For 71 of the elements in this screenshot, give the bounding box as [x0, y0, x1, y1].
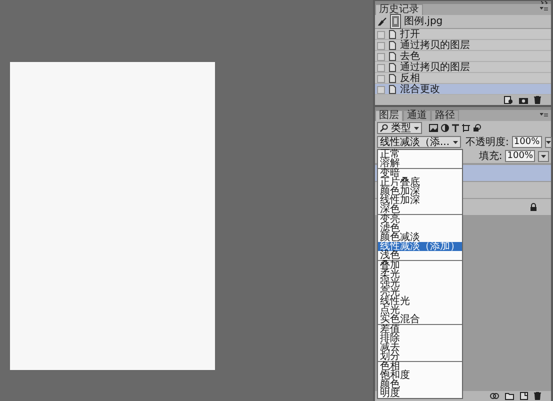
menu-item[interactable]: 颜色加深 [378, 187, 462, 196]
menu-item[interactable]: 色相 [378, 362, 462, 371]
snapshot-name: 图例.jpg [404, 16, 443, 27]
panel-tab[interactable]: 历史记录 [375, 4, 423, 15]
menu-item[interactable]: 颜色 [378, 380, 462, 389]
menu-item[interactable]: 滤色 [378, 224, 462, 233]
history-step[interactable]: 混合更改 [375, 84, 551, 95]
history-step[interactable]: 反相 [375, 73, 551, 84]
caret-icon [414, 126, 419, 130]
opacity-dropdown-button[interactable] [544, 136, 552, 148]
trash-icon[interactable] [534, 96, 541, 104]
caret-icon [452, 140, 458, 144]
history-step[interactable]: 通过拷贝的图层 [375, 62, 551, 73]
fill-field[interactable]: 100% [505, 150, 535, 162]
link-icon[interactable] [490, 393, 499, 399]
panel-tab[interactable]: 通道 [403, 110, 431, 121]
menu-item[interactable]: 差值 [378, 325, 462, 334]
fill-dropdown-button[interactable] [538, 150, 549, 162]
menu-item[interactable]: 变亮 [378, 215, 462, 224]
caret-icon [546, 140, 551, 144]
filter-dropdown[interactable]: 类型 [377, 122, 422, 134]
checkbox[interactable] [377, 64, 385, 72]
trash-icon[interactable] [534, 392, 541, 400]
menu-item[interactable]: 颜色减淡 [378, 233, 462, 242]
menu-item[interactable]: 划分 [378, 352, 462, 361]
lock-icon [530, 203, 537, 211]
thumbnail-icon [390, 14, 401, 29]
menu-item[interactable]: 排除 [378, 334, 462, 343]
blend-mode-dropdown[interactable]: 线性减淡（添... [377, 136, 461, 148]
fill-label: 填充: [478, 150, 502, 162]
image-icon[interactable] [429, 124, 438, 132]
menu-icon[interactable] [540, 113, 548, 118]
menu-item[interactable]: 浅色 [378, 251, 462, 260]
history-step[interactable]: 去色 [375, 51, 551, 62]
menu-item[interactable]: 变暗 [378, 169, 462, 178]
brush-icon [378, 17, 387, 26]
menu-item[interactable]: 实色混合 [378, 315, 462, 324]
menu-item[interactable]: 强光 [378, 279, 462, 288]
menu-item[interactable]: 减去 [378, 343, 462, 352]
checkbox[interactable] [377, 42, 385, 50]
search-icon [380, 124, 388, 132]
menu-item[interactable]: 正常 [378, 150, 462, 159]
transform-icon[interactable] [462, 124, 470, 132]
new-layer-icon[interactable] [520, 392, 528, 400]
menu-item[interactable]: 深色 [378, 205, 462, 214]
menu-item[interactable]: 溶解 [378, 159, 462, 168]
checkbox[interactable] [377, 86, 385, 94]
caret-icon [541, 154, 546, 158]
camera-icon[interactable] [519, 96, 528, 104]
checkbox[interactable] [377, 74, 385, 82]
menu-item[interactable]: 点光 [378, 306, 462, 315]
history-step[interactable]: 通过拷贝的图层 [375, 40, 551, 51]
half-circle-icon[interactable] [441, 124, 449, 132]
menu-item[interactable]: 亮光 [378, 288, 462, 297]
panel-tab[interactable]: 路径 [431, 110, 459, 121]
history-step[interactable]: 打开 [375, 29, 551, 40]
menu-item[interactable]: 正片叠底 [378, 178, 462, 187]
checkbox[interactable] [377, 30, 385, 38]
new-document-icon[interactable] [504, 96, 513, 104]
opacity-label: 不透明度: [466, 136, 509, 148]
checkbox[interactable] [377, 52, 385, 60]
type-icon[interactable] [452, 124, 459, 132]
menu-item[interactable]: 柔光 [378, 270, 462, 279]
menu-item[interactable]: 饱和度 [378, 371, 462, 380]
menu-item[interactable]: 线性光 [378, 297, 462, 306]
opacity-field[interactable]: 100% [512, 136, 542, 148]
menu-item[interactable]: 线性加深 [378, 196, 462, 205]
collapse-icon[interactable] [541, 0, 549, 4]
menu-item[interactable]: 叠加 [378, 261, 462, 270]
menu-icon[interactable] [540, 7, 548, 12]
panel-tab[interactable]: 图层 [375, 110, 403, 121]
